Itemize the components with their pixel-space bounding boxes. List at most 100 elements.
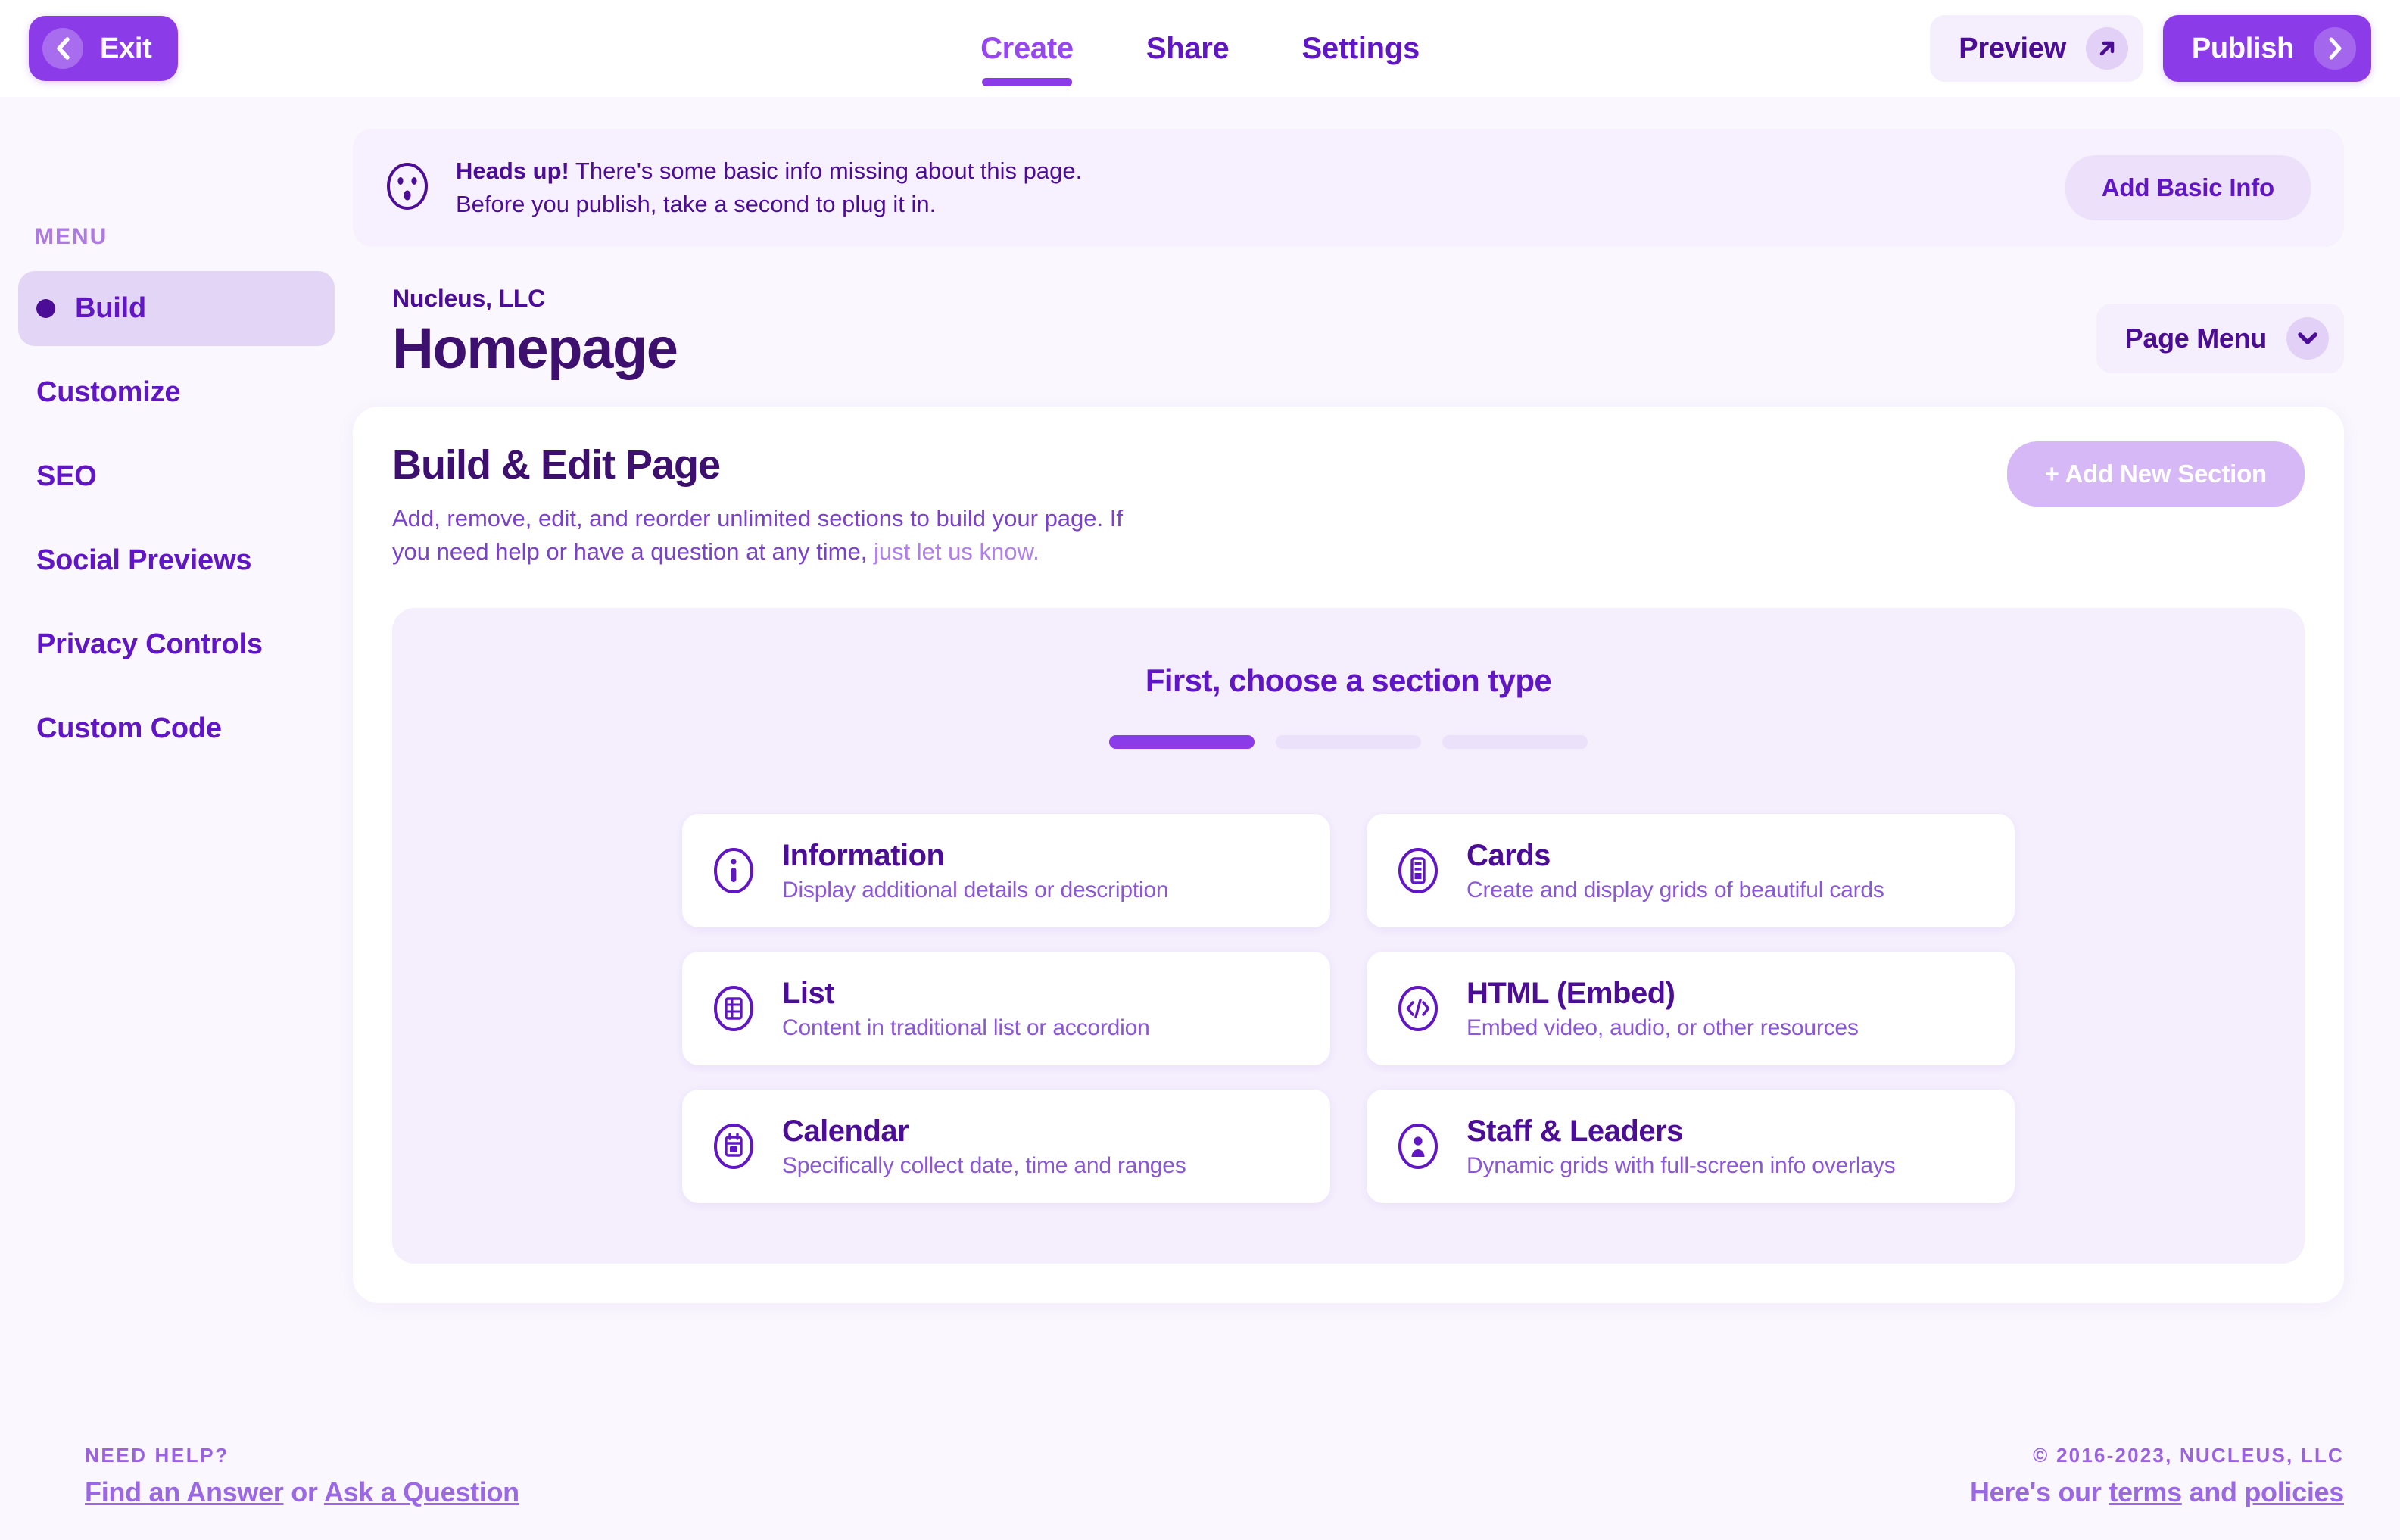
chevron-right-icon: [2314, 27, 2356, 70]
find-an-answer-link[interactable]: Find an Answer: [85, 1476, 284, 1507]
sidebar-item-custom-code[interactable]: Custom Code: [18, 691, 335, 766]
sidebar-item-privacy-controls[interactable]: Privacy Controls: [18, 607, 335, 682]
build-edit-panel: Build & Edit Page Add, remove, edit, and…: [353, 406, 2344, 1303]
policies-link[interactable]: policies: [2244, 1476, 2344, 1507]
section-type-html-embed[interactable]: HTML (Embed) Embed video, audio, or othe…: [1367, 951, 2015, 1065]
sidebar-item-label: Customize: [36, 376, 181, 408]
surprised-face-icon: [386, 162, 429, 214]
calendar-icon: [712, 1123, 755, 1170]
banner-line-1: There's some basic info missing about th…: [569, 157, 1083, 184]
banner-line-2: Before you publish, take a second to plu…: [456, 191, 937, 218]
page-menu-button[interactable]: Page Menu: [2096, 303, 2344, 373]
tab-settings[interactable]: Settings: [1302, 0, 1420, 97]
panel-description: Add, remove, edit, and reorder unlimited…: [392, 502, 1149, 569]
preview-button[interactable]: Preview: [1930, 15, 2143, 82]
sidebar-heading: MENU: [35, 224, 108, 249]
sidebar-item-label: Custom Code: [36, 712, 222, 744]
chevron-left-icon: [42, 28, 83, 69]
page-title: Homepage: [392, 316, 678, 382]
section-type-text: Calendar Specifically collect date, time…: [782, 1114, 1186, 1179]
tab-settings-label: Settings: [1301, 31, 1420, 65]
sidebar-item-label: Privacy Controls: [36, 628, 263, 660]
active-dot-icon: [36, 299, 55, 318]
section-type-name: Calendar: [782, 1114, 909, 1148]
sidebar-item-build[interactable]: Build: [18, 271, 335, 346]
step-1: [1109, 734, 1255, 749]
tab-share-label: Share: [1145, 31, 1230, 65]
section-type-desc: Content in traditional list or accordion: [782, 1015, 1150, 1040]
section-type-desc: Embed video, audio, or other resources: [1466, 1015, 1859, 1040]
top-bar-actions: Preview Publish: [1930, 15, 2371, 82]
chevron-down-icon: [2286, 316, 2329, 360]
terms-link[interactable]: terms: [2109, 1476, 2182, 1507]
footer-legal: © 2016-2023, NUCLEUS, LLC Here's our ter…: [1970, 1444, 2344, 1508]
sidebar-item-seo[interactable]: SEO: [18, 439, 335, 514]
list-icon: [712, 985, 755, 1032]
sidebar-item-social-previews[interactable]: Social Previews: [18, 523, 335, 598]
section-type-text: HTML (Embed) Embed video, audio, or othe…: [1466, 976, 1859, 1041]
add-basic-info-button[interactable]: Add Basic Info: [2065, 155, 2311, 221]
tab-create-label: Create: [980, 31, 1074, 65]
info-circle-icon: [712, 847, 755, 894]
step-3: [1442, 734, 1588, 749]
cards-icon: [1397, 847, 1439, 894]
chooser-title: First, choose a section type: [1145, 662, 1552, 698]
arrow-up-right-icon: [2085, 27, 2128, 70]
let-us-know-link[interactable]: just let us know.: [874, 538, 1039, 565]
section-type-list[interactable]: List Content in traditional list or acco…: [682, 951, 1330, 1065]
sidebar-item-label: SEO: [36, 460, 97, 492]
need-help-label: NEED HELP?: [85, 1444, 229, 1467]
step-indicator: [392, 734, 2305, 749]
sidebar-item-label: Social Previews: [36, 544, 252, 576]
step-2: [1276, 734, 1421, 749]
banner-bold: Heads up!: [456, 157, 569, 184]
section-type-calendar[interactable]: Calendar Specifically collect date, time…: [682, 1089, 1330, 1203]
page-header-titles: Nucleus, LLC Homepage: [392, 285, 678, 379]
section-type-chooser: First, choose a section type Information…: [392, 607, 2305, 1264]
ask-a-question-link[interactable]: Ask a Question: [324, 1476, 519, 1507]
panel-header-text: Build & Edit Page Add, remove, edit, and…: [392, 441, 1149, 569]
main-content: Heads up! There's some basic info missin…: [353, 97, 2400, 1540]
sidebar-item-customize[interactable]: Customize: [18, 355, 335, 430]
section-type-information[interactable]: Information Display additional details o…: [682, 813, 1330, 927]
page-menu-label: Page Menu: [2124, 322, 2268, 354]
legal-prefix-text: Here's our: [1969, 1476, 2109, 1507]
exit-label: Exit: [100, 32, 152, 64]
tab-share[interactable]: Share: [1146, 0, 1230, 97]
top-bar: Exit Create Share Settings Preview Publi…: [0, 0, 2400, 97]
section-type-name: List: [782, 976, 835, 1010]
section-type-name: HTML (Embed): [1466, 976, 1675, 1010]
preview-label: Preview: [1959, 32, 2066, 64]
section-type-desc: Display additional details or descriptio…: [782, 877, 1169, 902]
legal-mid-text: and: [2181, 1476, 2245, 1507]
banner-text: Heads up! There's some basic info missin…: [456, 154, 1082, 221]
copyright-text: © 2016-2023, NUCLEUS, LLC: [2033, 1444, 2344, 1467]
panel-header: Build & Edit Page Add, remove, edit, and…: [392, 441, 2305, 569]
footer-help: NEED HELP? Find an Answer or Ask a Quest…: [85, 1444, 519, 1508]
page-footer: NEED HELP? Find an Answer or Ask a Quest…: [0, 1444, 2400, 1540]
publish-label: Publish: [2191, 32, 2294, 64]
organization-name: Nucleus, LLC: [392, 285, 546, 313]
tab-create[interactable]: Create: [980, 0, 1074, 97]
section-type-cards[interactable]: Cards Create and display grids of beauti…: [1367, 813, 2015, 927]
code-icon: [1397, 985, 1439, 1032]
footer-or-text: or: [283, 1476, 324, 1507]
person-icon: [1397, 1123, 1439, 1170]
page-header: Nucleus, LLC Homepage Page Menu: [392, 285, 2344, 379]
section-type-staff-leaders[interactable]: Staff & Leaders Dynamic grids with full-…: [1367, 1089, 2015, 1203]
footer-help-links: Find an Answer or Ask a Question: [85, 1476, 519, 1508]
footer-legal-links: Here's our terms and policies: [1970, 1476, 2344, 1508]
section-type-name: Staff & Leaders: [1466, 1114, 1683, 1148]
section-type-text: Information Display additional details o…: [782, 838, 1169, 903]
section-type-text: Staff & Leaders Dynamic grids with full-…: [1466, 1114, 1896, 1179]
section-type-text: Cards Create and display grids of beauti…: [1466, 838, 1884, 903]
publish-button[interactable]: Publish: [2162, 15, 2371, 82]
section-type-name: Information: [782, 838, 945, 872]
heads-up-banner: Heads up! There's some basic info missin…: [353, 129, 2344, 248]
section-type-text: List Content in traditional list or acco…: [782, 976, 1150, 1041]
exit-button[interactable]: Exit: [29, 16, 178, 81]
section-type-desc: Specifically collect date, time and rang…: [782, 1152, 1186, 1178]
add-new-section-button[interactable]: + Add New Section: [2006, 441, 2305, 507]
section-type-grid: Information Display additional details o…: [682, 813, 2015, 1203]
main-tabs: Create Share Settings: [980, 0, 1420, 97]
